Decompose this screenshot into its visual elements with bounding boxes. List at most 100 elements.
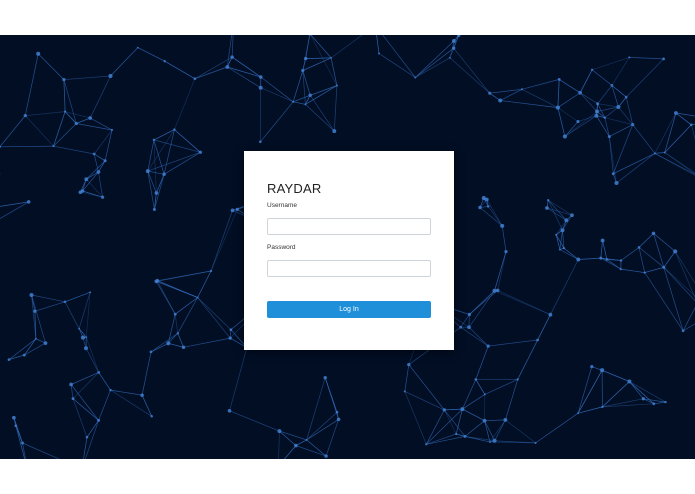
network-node — [605, 258, 609, 261]
network-node — [323, 376, 327, 380]
network-node — [448, 56, 451, 59]
network-line — [415, 47, 454, 78]
network-node — [624, 95, 628, 99]
network-line — [644, 266, 664, 273]
network-line — [486, 199, 503, 227]
network-line — [559, 79, 581, 94]
network-line — [210, 209, 238, 272]
network-line — [488, 339, 538, 347]
network-line — [602, 381, 630, 408]
network-node — [414, 76, 417, 79]
network-node — [560, 228, 565, 233]
network-line — [376, 35, 380, 54]
network-node — [154, 191, 159, 195]
network-node — [610, 84, 614, 87]
network-line — [489, 419, 506, 443]
network-line — [110, 389, 143, 396]
network-line — [183, 337, 231, 348]
network-line — [85, 337, 100, 373]
network-node — [63, 110, 67, 113]
network-line — [302, 57, 332, 71]
network-line — [0, 115, 26, 148]
network-node — [74, 121, 78, 126]
network-node — [504, 249, 508, 254]
network-line — [546, 207, 573, 216]
network-node — [96, 170, 101, 174]
network-node — [570, 213, 574, 218]
network-line — [295, 439, 307, 446]
login-button[interactable]: Log In — [267, 301, 431, 318]
network-line — [475, 345, 489, 380]
network-node — [21, 441, 24, 445]
network-node — [548, 312, 553, 317]
top-margin — [0, 0, 695, 35]
network-node — [154, 279, 159, 284]
network-line — [611, 85, 627, 98]
network-node — [492, 438, 497, 443]
network-line — [194, 66, 228, 80]
network-line — [475, 379, 486, 395]
network-node — [603, 116, 607, 119]
network-node — [69, 382, 73, 387]
network-line — [177, 333, 184, 348]
network-line — [444, 409, 466, 437]
network-node — [503, 417, 508, 422]
network-node — [292, 100, 295, 103]
network-node — [26, 200, 31, 204]
network-line — [611, 85, 619, 108]
network-node — [335, 410, 339, 414]
network-node — [301, 68, 305, 73]
network-line — [663, 267, 695, 302]
network-line — [408, 364, 445, 411]
network-node — [12, 415, 16, 420]
network-line — [591, 57, 630, 71]
network-line — [604, 117, 610, 137]
network-node — [228, 336, 232, 340]
network-node — [7, 358, 11, 361]
network-line — [653, 401, 666, 405]
network-node — [62, 77, 66, 82]
network-line — [460, 314, 470, 328]
network-line — [564, 111, 598, 137]
network-node — [163, 60, 166, 63]
network-line — [34, 301, 66, 312]
network-line — [654, 152, 665, 154]
network-line — [489, 88, 523, 94]
network-line — [453, 47, 490, 94]
network-node — [577, 412, 580, 415]
network-line — [674, 251, 695, 299]
network-node — [459, 325, 463, 329]
network-line — [309, 95, 335, 132]
network-node — [599, 256, 603, 260]
username-input[interactable] — [267, 218, 431, 235]
network-line — [197, 297, 231, 339]
network-line — [654, 153, 695, 175]
app-title: RAYDAR — [267, 181, 322, 196]
network-line — [609, 124, 633, 137]
network-node — [85, 336, 88, 339]
network-node — [486, 205, 490, 208]
network-line — [0, 201, 29, 219]
network-node — [564, 218, 569, 223]
network-line — [613, 153, 656, 175]
network-line — [279, 430, 307, 441]
network-line — [227, 66, 261, 88]
network-line — [53, 123, 77, 147]
network-line — [675, 112, 695, 117]
network-line — [80, 191, 103, 198]
network-node — [103, 159, 107, 163]
network-line — [612, 124, 634, 174]
network-line — [295, 445, 327, 457]
network-line — [577, 366, 593, 414]
password-input[interactable] — [267, 260, 431, 277]
network-node — [455, 432, 458, 436]
network-line — [654, 153, 695, 176]
network-node — [108, 73, 113, 79]
network-line — [557, 79, 560, 108]
network-line — [629, 381, 644, 400]
network-line — [89, 75, 111, 119]
network-node — [488, 91, 492, 95]
network-line — [70, 384, 99, 421]
network-node — [89, 291, 92, 294]
network-line — [494, 290, 551, 316]
